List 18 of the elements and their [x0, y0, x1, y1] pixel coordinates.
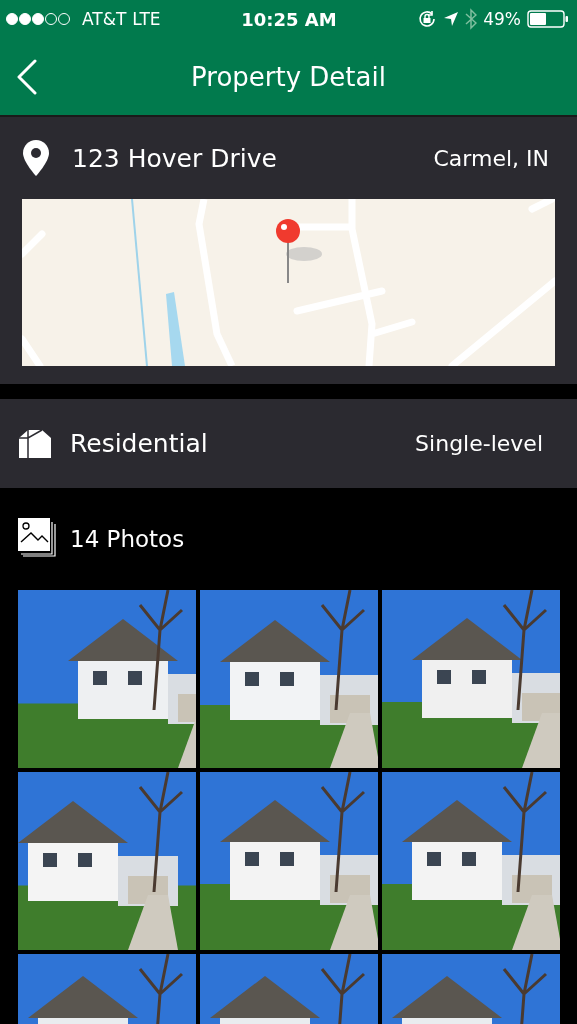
- bluetooth-icon: [465, 8, 478, 30]
- property-style: Single-level: [415, 431, 543, 456]
- battery-icon: [527, 10, 569, 28]
- location-pin-icon: [22, 139, 50, 177]
- city-state: Carmel, IN: [433, 145, 549, 171]
- street-address: 123 Hover Drive: [72, 143, 277, 173]
- status-time: 10:25 AM: [241, 8, 337, 30]
- battery-percent: 49%: [483, 9, 521, 29]
- back-button[interactable]: [16, 58, 38, 95]
- photo-count: 14 Photos: [70, 526, 185, 552]
- network-type: LTE: [132, 9, 161, 29]
- page-title: Property Detail: [191, 61, 386, 92]
- open-box-icon: [16, 427, 54, 460]
- location-arrow-icon: [443, 11, 460, 27]
- back-chevron-icon: [16, 58, 38, 95]
- carrier-name: AT&T: [82, 9, 127, 29]
- property-type: Residential: [70, 429, 208, 458]
- rotation-lock-icon: [417, 9, 438, 29]
